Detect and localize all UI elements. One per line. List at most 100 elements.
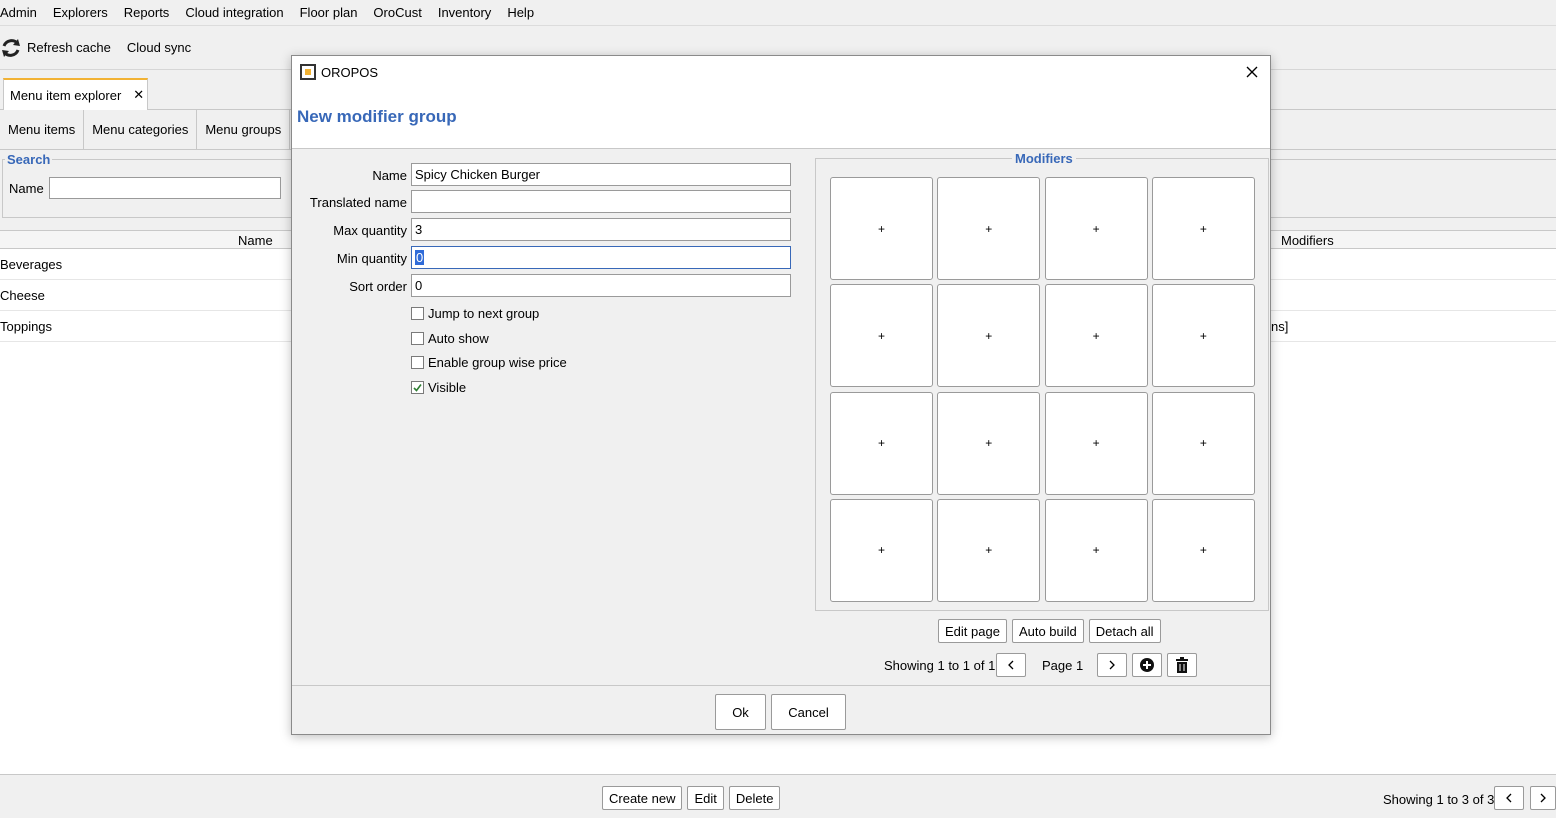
modifier-next-page-button[interactable] — [1097, 653, 1127, 677]
checkbox-box — [411, 356, 424, 369]
modifier-slot-button[interactable]: + — [937, 284, 1041, 388]
close-icon[interactable]: ✕ — [133, 87, 144, 103]
dialog-footer: Ok Cancel — [292, 685, 1270, 734]
modifier-slot-button[interactable]: + — [1044, 391, 1148, 495]
menu-orocust[interactable]: OroCust — [365, 1, 429, 25]
translated-name-field[interactable] — [411, 190, 791, 213]
row-name: Toppings — [0, 319, 53, 334]
column-header-name[interactable]: Name — [238, 233, 273, 248]
trash-icon — [1176, 657, 1188, 673]
modifier-slot-button[interactable]: + — [1151, 498, 1255, 602]
checkbox-box — [411, 381, 424, 394]
max-quantity-label: Max quantity — [333, 223, 407, 238]
enable-group-wise-price-checkbox[interactable]: Enable group wise price — [411, 355, 567, 370]
visible-checkbox[interactable]: Visible — [411, 380, 466, 395]
modifier-slot-button[interactable]: + — [830, 177, 933, 280]
subtab-menu-categories[interactable]: Menu categories — [84, 110, 198, 149]
menu-explorers[interactable]: Explorers — [45, 1, 116, 25]
delete-page-button[interactable] — [1167, 653, 1197, 677]
auto-show-checkbox[interactable]: Auto show — [411, 331, 489, 346]
modifier-slot-button[interactable]: + — [937, 498, 1041, 602]
translated-name-label: Translated name — [309, 195, 407, 210]
refresh-cache-label: Refresh cache — [27, 40, 111, 55]
modifier-slot-button[interactable]: + — [1044, 284, 1148, 388]
detach-all-button[interactable]: Detach all — [1088, 619, 1161, 643]
sort-order-label: Sort order — [349, 279, 407, 294]
min-quantity-selected-text: 0 — [415, 250, 425, 265]
modifier-slot-button[interactable]: + — [830, 391, 933, 495]
close-icon[interactable] — [1245, 65, 1259, 79]
checkbox-box — [411, 307, 424, 320]
modifier-slot-button[interactable]: + — [1151, 284, 1255, 388]
edit-page-button[interactable]: Edit page — [938, 619, 1007, 643]
dialog-title: OROPOS — [321, 65, 379, 80]
menu-floor-plan[interactable]: Floor plan — [292, 1, 366, 25]
search-name-input[interactable] — [49, 177, 281, 199]
modifier-page-label: Page 1 — [1042, 658, 1084, 673]
chevron-right-icon — [1109, 660, 1115, 670]
chevron-left-icon — [1506, 793, 1512, 803]
bottom-bar: Create new Edit Delete Showing 1 to 3 of… — [0, 774, 1556, 818]
modifier-slot-button[interactable]: + — [1151, 391, 1255, 495]
modifier-slot-button[interactable]: + — [1151, 177, 1255, 280]
plus-circle-icon — [1140, 658, 1154, 672]
modifier-pager-text: Showing 1 to 1 of 1 — [884, 658, 996, 673]
auto-build-button[interactable]: Auto build — [1011, 619, 1084, 643]
chevron-left-icon — [1008, 660, 1014, 670]
ok-button[interactable]: Ok — [715, 694, 766, 730]
max-quantity-field[interactable]: 3 — [411, 218, 791, 241]
menu-inventory[interactable]: Inventory — [430, 1, 499, 25]
checkbox-label: Jump to next group — [428, 306, 540, 321]
modifier-slot-button[interactable]: + — [830, 284, 933, 388]
sort-order-field[interactable]: 0 — [411, 274, 791, 297]
delete-button[interactable]: Delete — [728, 786, 781, 810]
modifier-slot-button[interactable]: + — [1044, 498, 1148, 602]
checkbox-label: Auto show — [428, 331, 489, 346]
menu-cloud-integration[interactable]: Cloud integration — [177, 1, 291, 25]
dialog-title-bar: OROPOS — [292, 56, 1270, 88]
name-field[interactable]: Spicy Chicken Burger — [411, 163, 791, 186]
min-quantity-label: Min quantity — [336, 251, 407, 266]
modifier-slot-button[interactable]: + — [1044, 177, 1148, 280]
subtab-menu-groups[interactable]: Menu groups — [197, 110, 291, 149]
modifier-slot-button[interactable]: + — [937, 177, 1041, 280]
tab-menu-item-explorer[interactable]: Menu item explorer ✕ — [3, 78, 148, 110]
next-page-button[interactable] — [1530, 786, 1556, 810]
oropos-logo-icon — [300, 64, 316, 80]
row-name: Beverages — [0, 257, 63, 272]
checkmark-icon — [413, 384, 422, 392]
checkbox-label: Visible — [428, 380, 467, 395]
previous-page-button[interactable] — [1494, 786, 1524, 810]
modifiers-panel: Modifiers + + + + + + + + + + + + + + + + — [815, 151, 1269, 611]
chevron-right-icon — [1540, 793, 1546, 803]
refresh-icon — [2, 38, 20, 57]
edit-button[interactable]: Edit — [687, 786, 724, 810]
modifier-slot-button[interactable]: + — [830, 498, 933, 602]
column-header-modifiers[interactable]: Modifiers — [1281, 233, 1334, 248]
modifier-prev-page-button[interactable] — [996, 653, 1026, 677]
new-modifier-group-dialog: OROPOS New modifier group Name Spicy Chi… — [291, 55, 1271, 735]
menu-bar: Admin Explorers Reports Cloud integratio… — [0, 0, 1556, 26]
menu-help[interactable]: Help — [499, 1, 542, 25]
checkbox-box — [411, 332, 424, 345]
search-legend: Search — [7, 152, 51, 167]
modifier-slot-button[interactable]: + — [937, 391, 1041, 495]
refresh-cache-button[interactable]: Refresh cache — [0, 37, 111, 59]
row-name: Cheese — [0, 288, 45, 303]
menu-admin[interactable]: Admin — [0, 1, 45, 25]
cloud-sync-button[interactable]: Cloud sync — [127, 40, 191, 55]
min-quantity-field[interactable]: 0 — [411, 246, 791, 269]
subtab-menu-items[interactable]: Menu items — [0, 110, 85, 149]
cancel-button[interactable]: Cancel — [771, 694, 846, 730]
create-new-button[interactable]: Create new — [602, 786, 683, 810]
add-page-button[interactable] — [1132, 653, 1162, 677]
cloud-sync-label: Cloud sync — [126, 40, 192, 55]
menu-reports[interactable]: Reports — [116, 1, 178, 25]
jump-to-next-group-checkbox[interactable]: Jump to next group — [411, 306, 539, 321]
dialog-header: New modifier group — [292, 88, 1270, 149]
showing-count: Showing 1 to 3 of 3 — [1383, 792, 1495, 807]
search-name-label: Name — [9, 181, 44, 196]
modifiers-legend: Modifiers — [1012, 151, 1076, 166]
checkbox-label: Enable group wise price — [428, 355, 567, 370]
dialog-heading: New modifier group — [297, 107, 457, 126]
